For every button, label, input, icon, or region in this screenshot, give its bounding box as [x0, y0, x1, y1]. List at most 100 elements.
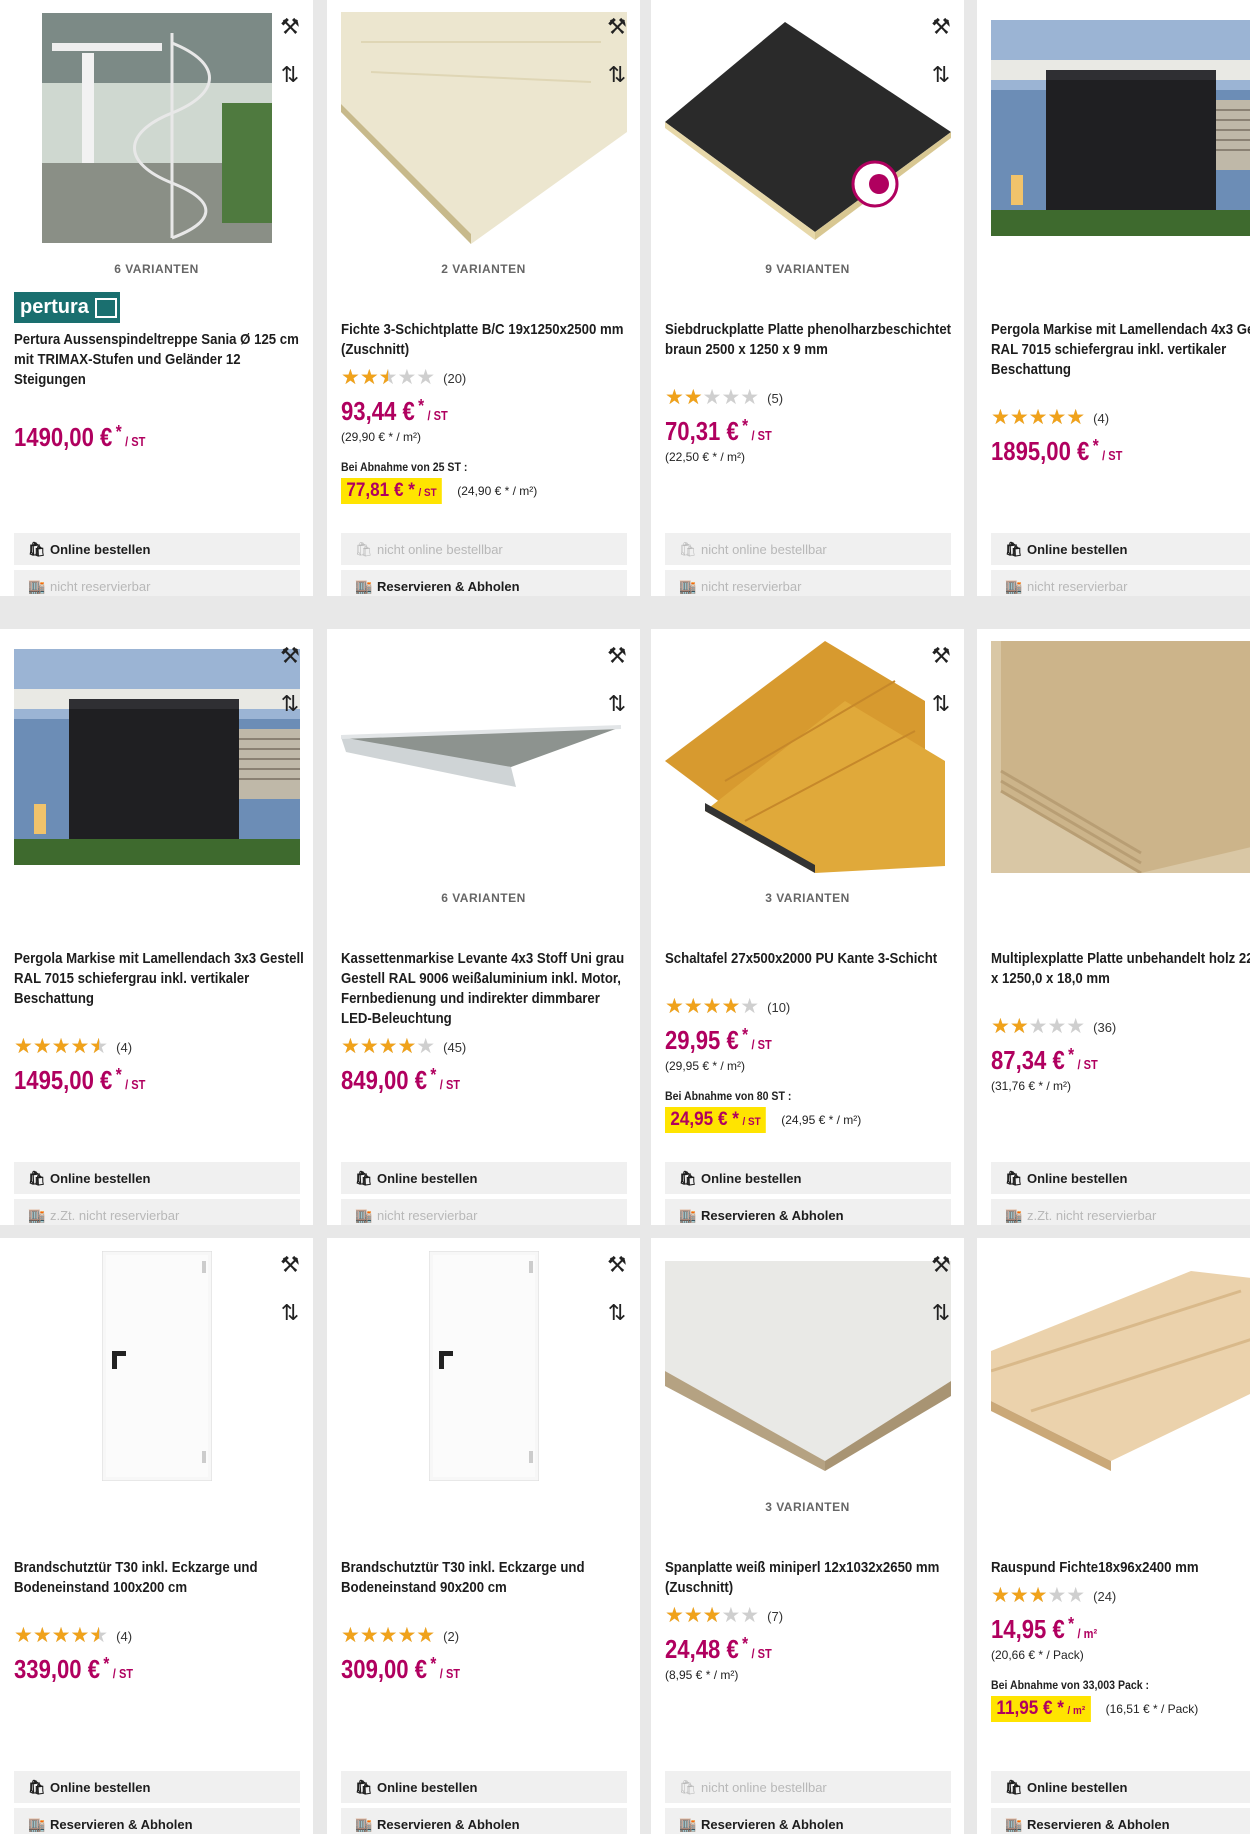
product-title[interactable]: Schaltafel 27x500x2000 PU Kante 3-Schich…: [665, 949, 955, 969]
product-title[interactable]: Spanplatte weiß miniperl 12x1032x2650 mm…: [665, 1558, 955, 1598]
product-title[interactable]: Rauspund Fichte18x96x2400 mm: [991, 1558, 1250, 1578]
reserve-button[interactable]: 🏬 Reservieren & Abholen: [991, 1808, 1250, 1834]
product-card[interactable]: ⚒ ⇅ Brandschutztür T30 inkl. Eckzarge und …: [327, 1238, 640, 1834]
online-order-button[interactable]: 🛍 Online bestellen: [991, 1162, 1250, 1194]
compare-arrows-icon[interactable]: ⇅: [926, 60, 956, 90]
compare-arrows-icon[interactable]: ⇅: [926, 1298, 956, 1328]
compare-arrows-icon[interactable]: ⇅: [275, 1298, 305, 1328]
reserve-button[interactable]: 🏬 Reservieren & Abholen: [341, 1808, 627, 1834]
online-order-button[interactable]: 🛍 Online bestellen: [665, 1162, 951, 1194]
compare-arrows-icon[interactable]: ⇅: [926, 689, 956, 719]
bulk-price-value: 77,81 € *: [346, 480, 415, 501]
online-order-button[interactable]: 🛍 Online bestellen: [341, 1162, 627, 1194]
price-unit: / ST: [1102, 448, 1123, 463]
price-value: 849,00 €: [341, 1065, 428, 1095]
dark-panel-image[interactable]: [665, 12, 951, 244]
hammer-icon[interactable]: ⚒: [926, 1250, 956, 1280]
price-value: 93,44 €: [341, 396, 415, 426]
product-title[interactable]: Multiplexplatte Platte unbehandelt holz …: [991, 949, 1250, 989]
rating[interactable]: ★★★★★★★★★★ (4): [14, 1624, 132, 1647]
reserve-button[interactable]: 🏬 Reservieren & Abholen: [341, 570, 627, 596]
hammer-icon[interactable]: ⚒: [275, 1250, 305, 1280]
rating[interactable]: ★★★★★★★★★★ (4): [14, 1036, 132, 1057]
online-order-label: Online bestellen: [1027, 1779, 1128, 1795]
product-card[interactable]: ⚒⇅Multiplexplatte Platte unbehandelt hol…: [977, 629, 1250, 1225]
store-icon: 🏬: [679, 1815, 697, 1832]
yellow-board-image[interactable]: [665, 641, 951, 873]
review-count: (10): [767, 999, 791, 1015]
chipboard-image[interactable]: [665, 1250, 951, 1482]
product-title[interactable]: Pertura Aussenspindeltreppe Sania Ø 125 …: [14, 330, 304, 390]
compare-arrows-icon[interactable]: ⇅: [602, 1298, 632, 1328]
compare-arrows-icon[interactable]: ⇅: [275, 689, 305, 719]
hammer-icon[interactable]: ⚒: [926, 12, 956, 42]
door-image[interactable]: [341, 1250, 627, 1482]
product-card[interactable]: ⚒ ⇅ Brandschutztür T30 inkl. Eckzarge und …: [0, 1238, 313, 1834]
product-title[interactable]: Brandschutztür T30 inkl. Eckzarge und Bo…: [341, 1558, 631, 1598]
product-title[interactable]: Pergola Markise mit Lamellendach 4x3 Ges…: [991, 320, 1250, 380]
reserve-button[interactable]: 🏬 Reservieren & Abholen: [665, 1808, 951, 1834]
product-card[interactable]: ⚒⇅Pergola Markise mit Lamellendach 4x3 G…: [977, 0, 1250, 596]
planks-image[interactable]: [991, 1250, 1250, 1482]
rating[interactable]: ★★★★★★★★★★ (4): [991, 407, 1109, 428]
hammer-icon[interactable]: ⚒: [275, 12, 305, 42]
reserve-button[interactable]: 🏬 Reservieren & Abholen: [665, 1199, 951, 1225]
product-title[interactable]: Siebdruckplatte Platte phenolharzbeschic…: [665, 320, 955, 360]
product-card[interactable]: ⚒ ⇅ 9 VARIANTEN Siebdruckplatte Platte phen…: [651, 0, 964, 596]
rating[interactable]: ★★★★★★★★★★ (45): [341, 1036, 466, 1057]
online-order-button[interactable]: 🛍 Online bestellen: [14, 533, 300, 565]
hammer-icon[interactable]: ⚒: [926, 641, 956, 671]
hammer-icon[interactable]: ⚒: [602, 1250, 632, 1280]
rating[interactable]: ★★★★★★★★★★ (20): [341, 367, 466, 388]
product-title[interactable]: Pergola Markise mit Lamellendach 3x3 Ges…: [14, 949, 304, 1009]
online-order-button[interactable]: 🛍 Online bestellen: [341, 1771, 627, 1803]
pergola-image[interactable]: [14, 641, 300, 873]
hammer-icon[interactable]: ⚒: [275, 641, 305, 671]
shop-bag-icon: 🛍: [355, 1778, 373, 1795]
online-order-button[interactable]: 🛍 Online bestellen: [14, 1771, 300, 1803]
online-order-button[interactable]: 🛍 Online bestellen: [14, 1162, 300, 1194]
price: 70,31 € * / ST: [665, 416, 772, 447]
awning-image[interactable]: [341, 641, 627, 873]
product-title[interactable]: Brandschutztür T30 inkl. Eckzarge und Bo…: [14, 1558, 304, 1598]
product-card[interactable]: ⚒ ⇅ 6 VARIANTEN pertura Pertura Aussenspinde…: [0, 0, 313, 596]
product-card[interactable]: ⚒ ⇅ Pergola Markise mit Lamellendach 3x3 G…: [0, 629, 313, 1225]
rating[interactable]: ★★★★★★★★★★ (36): [991, 1016, 1116, 1037]
compare-arrows-icon[interactable]: ⇅: [602, 60, 632, 90]
product-title[interactable]: Kassettenmarkise Levante 4x3 Stoff Uni g…: [341, 949, 631, 1029]
shop-bag-icon: 🛍: [679, 1778, 697, 1795]
product-card[interactable]: ⚒ ⇅ 6 VARIANTEN Kassettenmarkise Levante 4x…: [327, 629, 640, 1225]
door-image[interactable]: [14, 1250, 300, 1482]
price-unit: / ST: [751, 428, 772, 443]
price-value: 1495,00 €: [14, 1065, 113, 1095]
product-card[interactable]: ⚒ ⇅ 2 VARIANTEN Fichte 3-Schichtplatte B/C …: [327, 0, 640, 596]
product-card[interactable]: ⚒⇅Rauspund Fichte18x96x2400 mm★★★★★★★★★★…: [977, 1238, 1250, 1834]
pergola-image[interactable]: [991, 12, 1250, 244]
bulk-unit-price: (16,51 € * / Pack): [1105, 1702, 1199, 1716]
online-order-button[interactable]: 🛍 Online bestellen: [991, 1771, 1250, 1803]
product-title[interactable]: Fichte 3-Schichtplatte B/C 19x1250x2500 …: [341, 320, 631, 360]
price-unit: / ST: [112, 1666, 134, 1681]
rating-stars: ★★★★★★★★★★: [14, 1624, 109, 1647]
bulk-price-unit: / ST: [742, 1116, 761, 1128]
product-card[interactable]: ⚒ ⇅ 3 VARIANTEN Spanplatte weiß miniperl 12…: [651, 1238, 964, 1834]
hammer-icon[interactable]: ⚒: [602, 12, 632, 42]
product-card[interactable]: ⚒ ⇅ 3 VARIANTEN Schaltafel 27x500x2000 PU K…: [651, 629, 964, 1225]
online-order-button: 🛍 nicht online bestellbar: [665, 533, 951, 565]
price-value: 14,95 €: [991, 1614, 1065, 1644]
reserve-label: z.Zt. nicht reservierbar: [50, 1207, 180, 1223]
rating[interactable]: ★★★★★★★★★★ (5): [665, 387, 783, 408]
spiral-stair-image[interactable]: [14, 12, 300, 244]
online-order-button[interactable]: 🛍 Online bestellen: [991, 533, 1250, 565]
rating[interactable]: ★★★★★★★★★★ (7): [665, 1605, 783, 1626]
rating[interactable]: ★★★★★ ★★★★★ (2): [341, 1625, 459, 1646]
online-order-label: nicht online bestellbar: [701, 1779, 827, 1795]
plywood-image[interactable]: [991, 641, 1250, 873]
hammer-icon[interactable]: ⚒: [602, 641, 632, 671]
compare-arrows-icon[interactable]: ⇅: [275, 60, 305, 90]
reserve-button[interactable]: 🏬 Reservieren & Abholen: [14, 1808, 300, 1834]
pine-board-image[interactable]: [341, 12, 627, 244]
rating[interactable]: ★★★★★★★★★★ (24): [991, 1585, 1116, 1606]
compare-arrows-icon[interactable]: ⇅: [602, 689, 632, 719]
rating[interactable]: ★★★★★★★★★★ (10): [665, 996, 791, 1017]
